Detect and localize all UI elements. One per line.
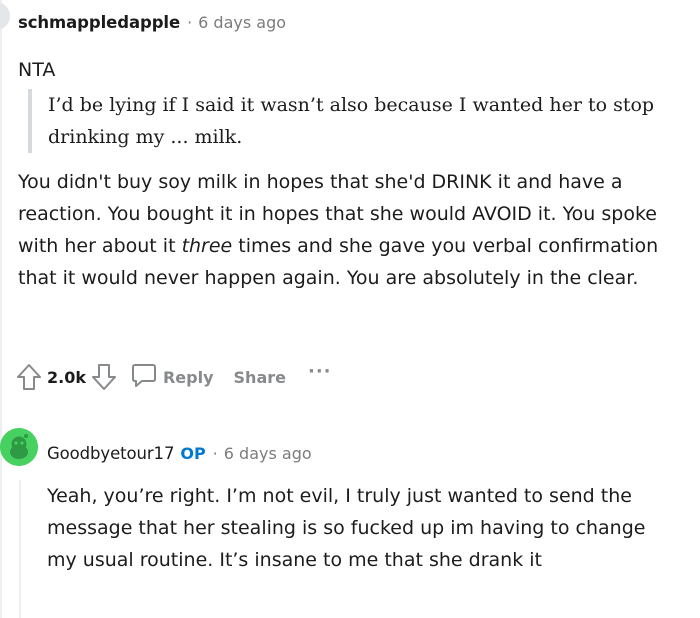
blockquote: I’d be lying if I said it wasn’t also be…: [28, 89, 660, 153]
comment-action-bar: 2.0k Reply Share ···: [14, 360, 332, 394]
quote-text: I’d be lying if I said it wasn’t also be…: [48, 94, 655, 148]
comment-timestamp[interactable]: 6 days ago: [198, 13, 286, 32]
comment-meta: Goodbyetour17 OP · 6 days ago: [47, 440, 687, 466]
comment-meta: schmappledapple · 6 days ago: [18, 11, 688, 33]
emphasis-text: three: [181, 235, 233, 257]
reply-button[interactable]: Reply: [131, 362, 214, 392]
comment-author[interactable]: schmappledapple: [18, 13, 180, 32]
thread-line[interactable]: [19, 480, 21, 618]
upvote-icon[interactable]: [14, 360, 44, 394]
comment: Goodbyetour17 OP · 6 days ago Yeah, you’…: [47, 440, 687, 576]
vote-score: 2.0k: [47, 367, 86, 387]
comment-author[interactable]: Goodbyetour17: [47, 444, 174, 463]
snoo-avatar-icon[interactable]: [0, 428, 38, 466]
meta-separator: ·: [212, 443, 218, 463]
op-badge: OP: [180, 443, 206, 463]
comment: schmappledapple · 6 days ago NTA I’d be …: [18, 0, 688, 294]
share-button[interactable]: Share: [234, 368, 286, 387]
comment-text-line: NTA: [18, 59, 56, 81]
comment-paragraph: You didn't buy soy milk in hopes that sh…: [18, 166, 678, 294]
comment-body: Yeah, you’re right. I’m not evil, I trul…: [47, 485, 646, 571]
downvote-icon[interactable]: [89, 360, 119, 394]
meta-separator: ·: [187, 12, 193, 32]
more-options-button[interactable]: ···: [308, 363, 332, 381]
avatar[interactable]: [0, 2, 10, 30]
thread-line[interactable]: [0, 0, 2, 618]
reply-label: Reply: [162, 367, 214, 387]
comment-timestamp[interactable]: 6 days ago: [224, 444, 312, 463]
comment-thread: schmappledapple · 6 days ago NTA I’d be …: [0, 0, 700, 618]
speech-bubble-icon: [131, 362, 157, 392]
